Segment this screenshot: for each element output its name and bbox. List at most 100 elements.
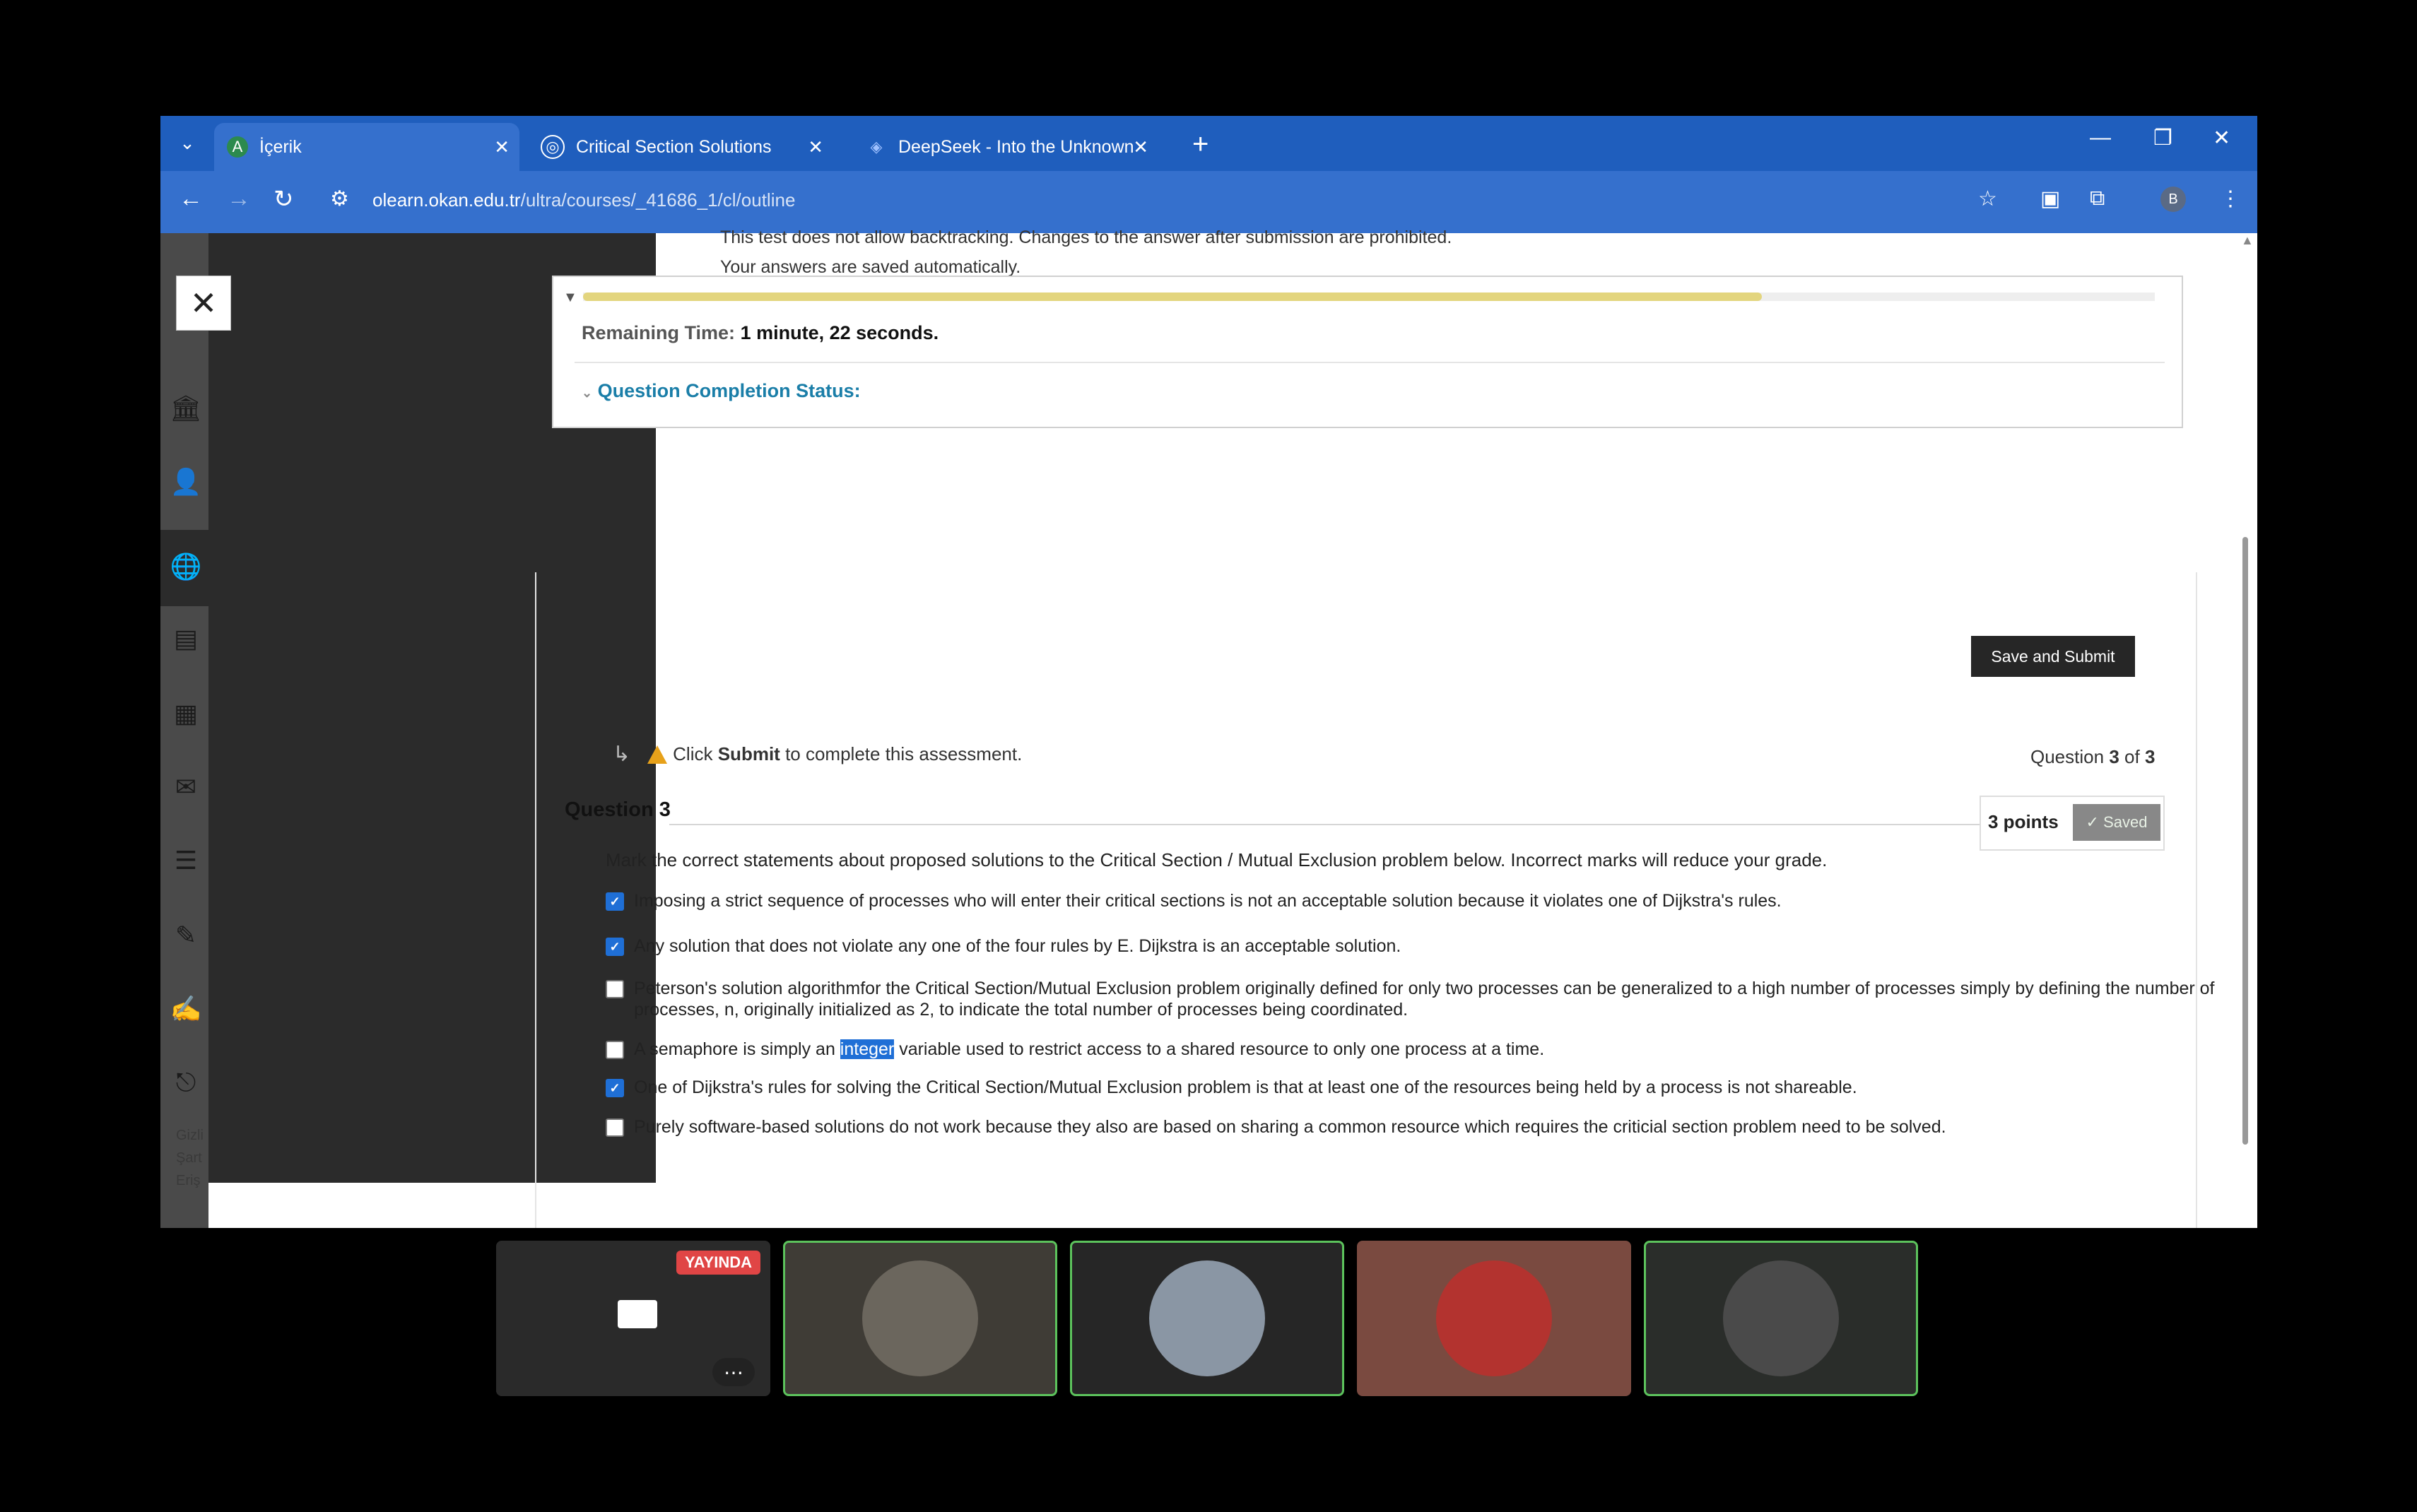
new-tab-button[interactable]: + — [1192, 129, 1208, 160]
answer-checkbox[interactable]: ✓ — [606, 892, 624, 911]
question-divider — [669, 824, 2132, 825]
calendar-icon[interactable]: ▦ — [170, 698, 201, 729]
site-info-icon[interactable]: ⚙ — [330, 187, 349, 211]
forward-icon[interactable]: → — [227, 185, 251, 213]
course-nav-rail: 🏛 👤 🌐 ▤ ▦ ✉ ☰ ✎ ✍ ⎋ Gizli Şart Eriş — [160, 233, 208, 1228]
address-bar: ← → ↻ ⚙ olearn.okan.edu.tr/ultra/courses… — [160, 171, 2257, 233]
screen-share-tile[interactable]: YAYINDA ⋯ — [496, 1241, 770, 1396]
tab-deepseek[interactable]: ◈ DeepSeek - Into the Unknown ✕ — [853, 123, 1158, 171]
reload-icon[interactable]: ↻ — [274, 185, 294, 213]
answer-checkbox[interactable]: ✓ — [606, 938, 624, 956]
time-progress-bar — [583, 293, 2155, 301]
answer-text: Imposing a strict sequence of processes … — [634, 891, 1782, 911]
tab-favicon: A — [227, 136, 248, 158]
submit-instruction-top: ↳ Click Submit to complete this assessme… — [613, 742, 1022, 767]
close-icon[interactable]: ✕ — [494, 136, 510, 158]
scrollbar-thumb[interactable] — [2242, 537, 2248, 1145]
institution-icon[interactable]: 🏛 — [170, 393, 202, 424]
time-progress-fill — [583, 293, 1762, 301]
remaining-time: Remaining Time: 1 minute, 22 seconds. — [582, 322, 939, 344]
participant-tile[interactable] — [783, 1241, 1057, 1396]
answer-option[interactable]: A semaphore is simply an integer variabl… — [606, 1039, 2160, 1060]
participant-tile[interactable] — [1644, 1241, 1918, 1396]
back-icon[interactable]: ← — [179, 185, 203, 213]
answer-option[interactable]: ✓ One of Dijkstra's rules for solving th… — [606, 1077, 2160, 1098]
courses-icon[interactable]: ▤ — [170, 623, 201, 654]
counter-of: of — [2124, 746, 2140, 767]
window-close-icon[interactable]: ✕ — [2213, 126, 2230, 150]
globe-icon[interactable]: 🌐 — [170, 551, 202, 582]
more-options-icon[interactable]: ⋯ — [712, 1358, 755, 1386]
return-arrow-icon: ↳ — [613, 743, 631, 766]
restore-icon[interactable]: ❐ — [2153, 126, 2172, 150]
saved-badge: ✓ Saved — [2073, 804, 2160, 841]
logout-icon[interactable]: ⎋ — [170, 1067, 201, 1098]
submit-word: Submit — [717, 743, 780, 764]
page-content: 🏛 👤 🌐 ▤ ▦ ✉ ☰ ✎ ✍ ⎋ Gizli Şart Eriş ✕ Th… — [160, 228, 2257, 1228]
accessibility-link[interactable]: Eriş — [176, 1173, 200, 1189]
tab-title: Critical Section Solutions — [576, 136, 772, 157]
answer-option[interactable]: ✓ Any solution that does not violate any… — [606, 935, 2160, 957]
tab-critical-section[interactable]: ◎ Critical Section Solutions ✕ — [528, 123, 833, 171]
selected-text: integer — [840, 1039, 895, 1059]
privacy-link[interactable]: Gizli — [176, 1128, 204, 1144]
chevron-down-icon: ⌄ — [582, 386, 593, 400]
profile-avatar[interactable]: B — [2160, 187, 2186, 212]
scroll-up-icon[interactable]: ▲ — [2241, 233, 2254, 248]
answer-option[interactable]: Peterson's solution algorithmfor the Cri… — [606, 978, 2257, 1020]
check-icon: ✓ — [2086, 813, 2104, 831]
answer-checkbox[interactable] — [606, 980, 624, 998]
answer-checkbox[interactable] — [606, 1041, 624, 1059]
screen-share-icon — [618, 1300, 657, 1328]
tab-search-button[interactable]: ⌄ — [169, 124, 206, 161]
scrollbar[interactable] — [2238, 247, 2252, 1215]
url-path: /ultra/courses/_41686_1/cl/outline — [520, 189, 796, 211]
tab-favicon: ◈ — [870, 138, 883, 155]
answer-option[interactable]: ✓ Imposing a strict sequence of processe… — [606, 890, 2160, 911]
mail-icon[interactable]: ✉ — [170, 772, 201, 803]
answer-text: Purely software-based solutions do not w… — [634, 1117, 1946, 1137]
minimize-icon[interactable]: — — [2090, 126, 2111, 150]
answer-text: Any solution that does not violate any o… — [634, 936, 1401, 956]
warning-icon — [647, 745, 668, 764]
complete-text: to complete this assessment. — [785, 743, 1023, 764]
backtracking-note: This test does not allow backtracking. C… — [720, 228, 1452, 247]
answer-text: Peterson's solution algorithmfor the Cri… — [634, 979, 2215, 1020]
answer-text: A semaphore is simply an integer variabl… — [634, 1039, 1544, 1060]
bookmark-star-icon[interactable]: ☆ — [1978, 187, 1997, 211]
saved-label: Saved — [2103, 813, 2148, 831]
participant-tile[interactable] — [1357, 1241, 1631, 1396]
url-host: olearn.okan.edu.tr — [372, 189, 521, 211]
extension-icon[interactable]: ▣ — [2040, 187, 2060, 211]
remaining-value: 1 minute, 22 seconds. — [740, 322, 939, 343]
tools-icon[interactable]: ✎ — [170, 920, 201, 951]
tab-title: DeepSeek - Into the Unknown — [898, 136, 1134, 157]
answer-option[interactable]: Purely software-based solutions do not w… — [606, 1116, 2160, 1138]
menu-kebab-icon[interactable]: ⋮ — [2220, 187, 2241, 211]
close-panel-button[interactable]: ✕ — [176, 276, 231, 331]
profile-icon[interactable]: 👤 — [170, 466, 202, 497]
save-and-submit-button[interactable]: Save and Submit — [1971, 636, 2135, 677]
browser-window: ⌄ A İçerik ✕ ◎ Critical Section Solution… — [160, 116, 2257, 1228]
live-badge: YAYINDA — [676, 1251, 760, 1275]
answer-text-before: A semaphore is simply an — [634, 1039, 840, 1059]
question-prompt: Mark the correct statements about propos… — [606, 849, 1828, 870]
question-counter-top: Question 3 of 3 — [2030, 746, 2155, 768]
completion-status-toggle[interactable]: ⌄ Question Completion Status: — [582, 380, 861, 402]
avatar — [862, 1260, 978, 1376]
collapse-caret-icon[interactable]: ▼ — [563, 290, 577, 306]
edit-icon[interactable]: ✍ — [170, 993, 202, 1024]
close-icon[interactable]: ✕ — [1133, 136, 1148, 158]
close-icon[interactable]: ✕ — [808, 136, 823, 158]
tab-bar: ⌄ A İçerik ✕ ◎ Critical Section Solution… — [160, 116, 2257, 171]
question-title: Question 3 — [565, 798, 671, 821]
extensions-puzzle-icon[interactable]: ⧉ — [2090, 187, 2105, 211]
autosave-note: Your answers are saved automatically. — [720, 257, 1021, 277]
participant-tile[interactable] — [1070, 1241, 1344, 1396]
answer-checkbox[interactable] — [606, 1118, 624, 1137]
url-field[interactable]: olearn.okan.edu.tr/ultra/courses/_41686_… — [372, 189, 795, 211]
answer-checkbox[interactable]: ✓ — [606, 1079, 624, 1097]
tab-icerik[interactable]: A İçerik ✕ — [214, 123, 519, 171]
grades-icon[interactable]: ☰ — [170, 845, 201, 876]
terms-link[interactable]: Şart — [176, 1150, 202, 1167]
